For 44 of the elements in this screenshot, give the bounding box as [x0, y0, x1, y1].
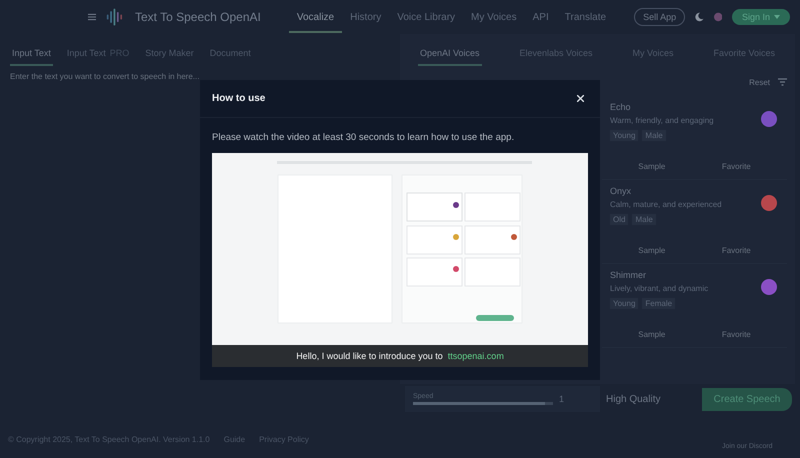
quality-select[interactable]: High Quality: [606, 394, 696, 404]
filter-icon[interactable]: [778, 78, 787, 86]
avatar-icon[interactable]: [714, 12, 722, 22]
voice-tab[interactable]: OpenAI Voices: [418, 40, 482, 66]
nav-tab[interactable]: Translate: [556, 2, 614, 32]
voice-tag: Young: [610, 298, 638, 309]
voice-tag: Male: [632, 214, 656, 225]
nav-tab[interactable]: Voice Library: [389, 2, 464, 32]
create-speech-button[interactable]: Create Speech: [702, 388, 792, 410]
voice-tag: Male: [642, 130, 666, 141]
favorite-button[interactable]: Favorite: [722, 246, 751, 255]
moon-icon[interactable]: [695, 12, 704, 22]
voice-name: Onyx: [610, 186, 632, 196]
voice-description: Lively, vibrant, and dynamic: [610, 284, 710, 293]
nav-tab[interactable]: Vocalize: [288, 2, 342, 32]
nav-tab[interactable]: History: [342, 2, 390, 32]
speed-value: 1: [559, 394, 564, 404]
video-caption: Hello, I would like to introduce you to ttsopenai.com: [212, 345, 588, 367]
menu-icon[interactable]: [88, 13, 96, 21]
caret-icon: [774, 15, 780, 19]
modal-title: How to use: [212, 93, 266, 104]
voice-tag: Young: [610, 130, 638, 141]
sample-button[interactable]: Sample: [638, 162, 666, 171]
app-title: Text To Speech OpenAI: [135, 10, 261, 24]
voice-tag: Female: [642, 298, 676, 309]
sell-app-button[interactable]: Sell App: [634, 8, 686, 26]
caption-link[interactable]: ttsopenai.com: [448, 351, 504, 361]
sign-in-button[interactable]: Sign In: [732, 9, 790, 25]
voice-name: Shimmer: [610, 270, 648, 280]
voice-description: Calm, mature, and experienced: [610, 200, 723, 209]
nav-tab[interactable]: My Voices: [463, 2, 525, 32]
sample-button[interactable]: Sample: [638, 330, 666, 339]
modal-message: Please watch the video at least 30 seconds to learn how to use the app.: [212, 132, 516, 143]
sound-wave-icon: [106, 7, 125, 27]
reset-button[interactable]: Reset: [749, 78, 770, 86]
voice-description: Warm, friendly, and engaging: [610, 116, 715, 125]
nav-tab[interactable]: API: [524, 2, 557, 32]
text-input-field[interactable]: Enter the text you want to convert to speech in here...: [10, 72, 385, 81]
favorite-button[interactable]: Favorite: [722, 162, 751, 171]
sample-button[interactable]: Sample: [638, 246, 666, 255]
favorite-button[interactable]: Favorite: [722, 330, 751, 339]
voice-tag: Old: [610, 214, 628, 225]
input-tab[interactable]: Input Text: [10, 40, 53, 66]
voice-name: Echo: [610, 102, 632, 112]
